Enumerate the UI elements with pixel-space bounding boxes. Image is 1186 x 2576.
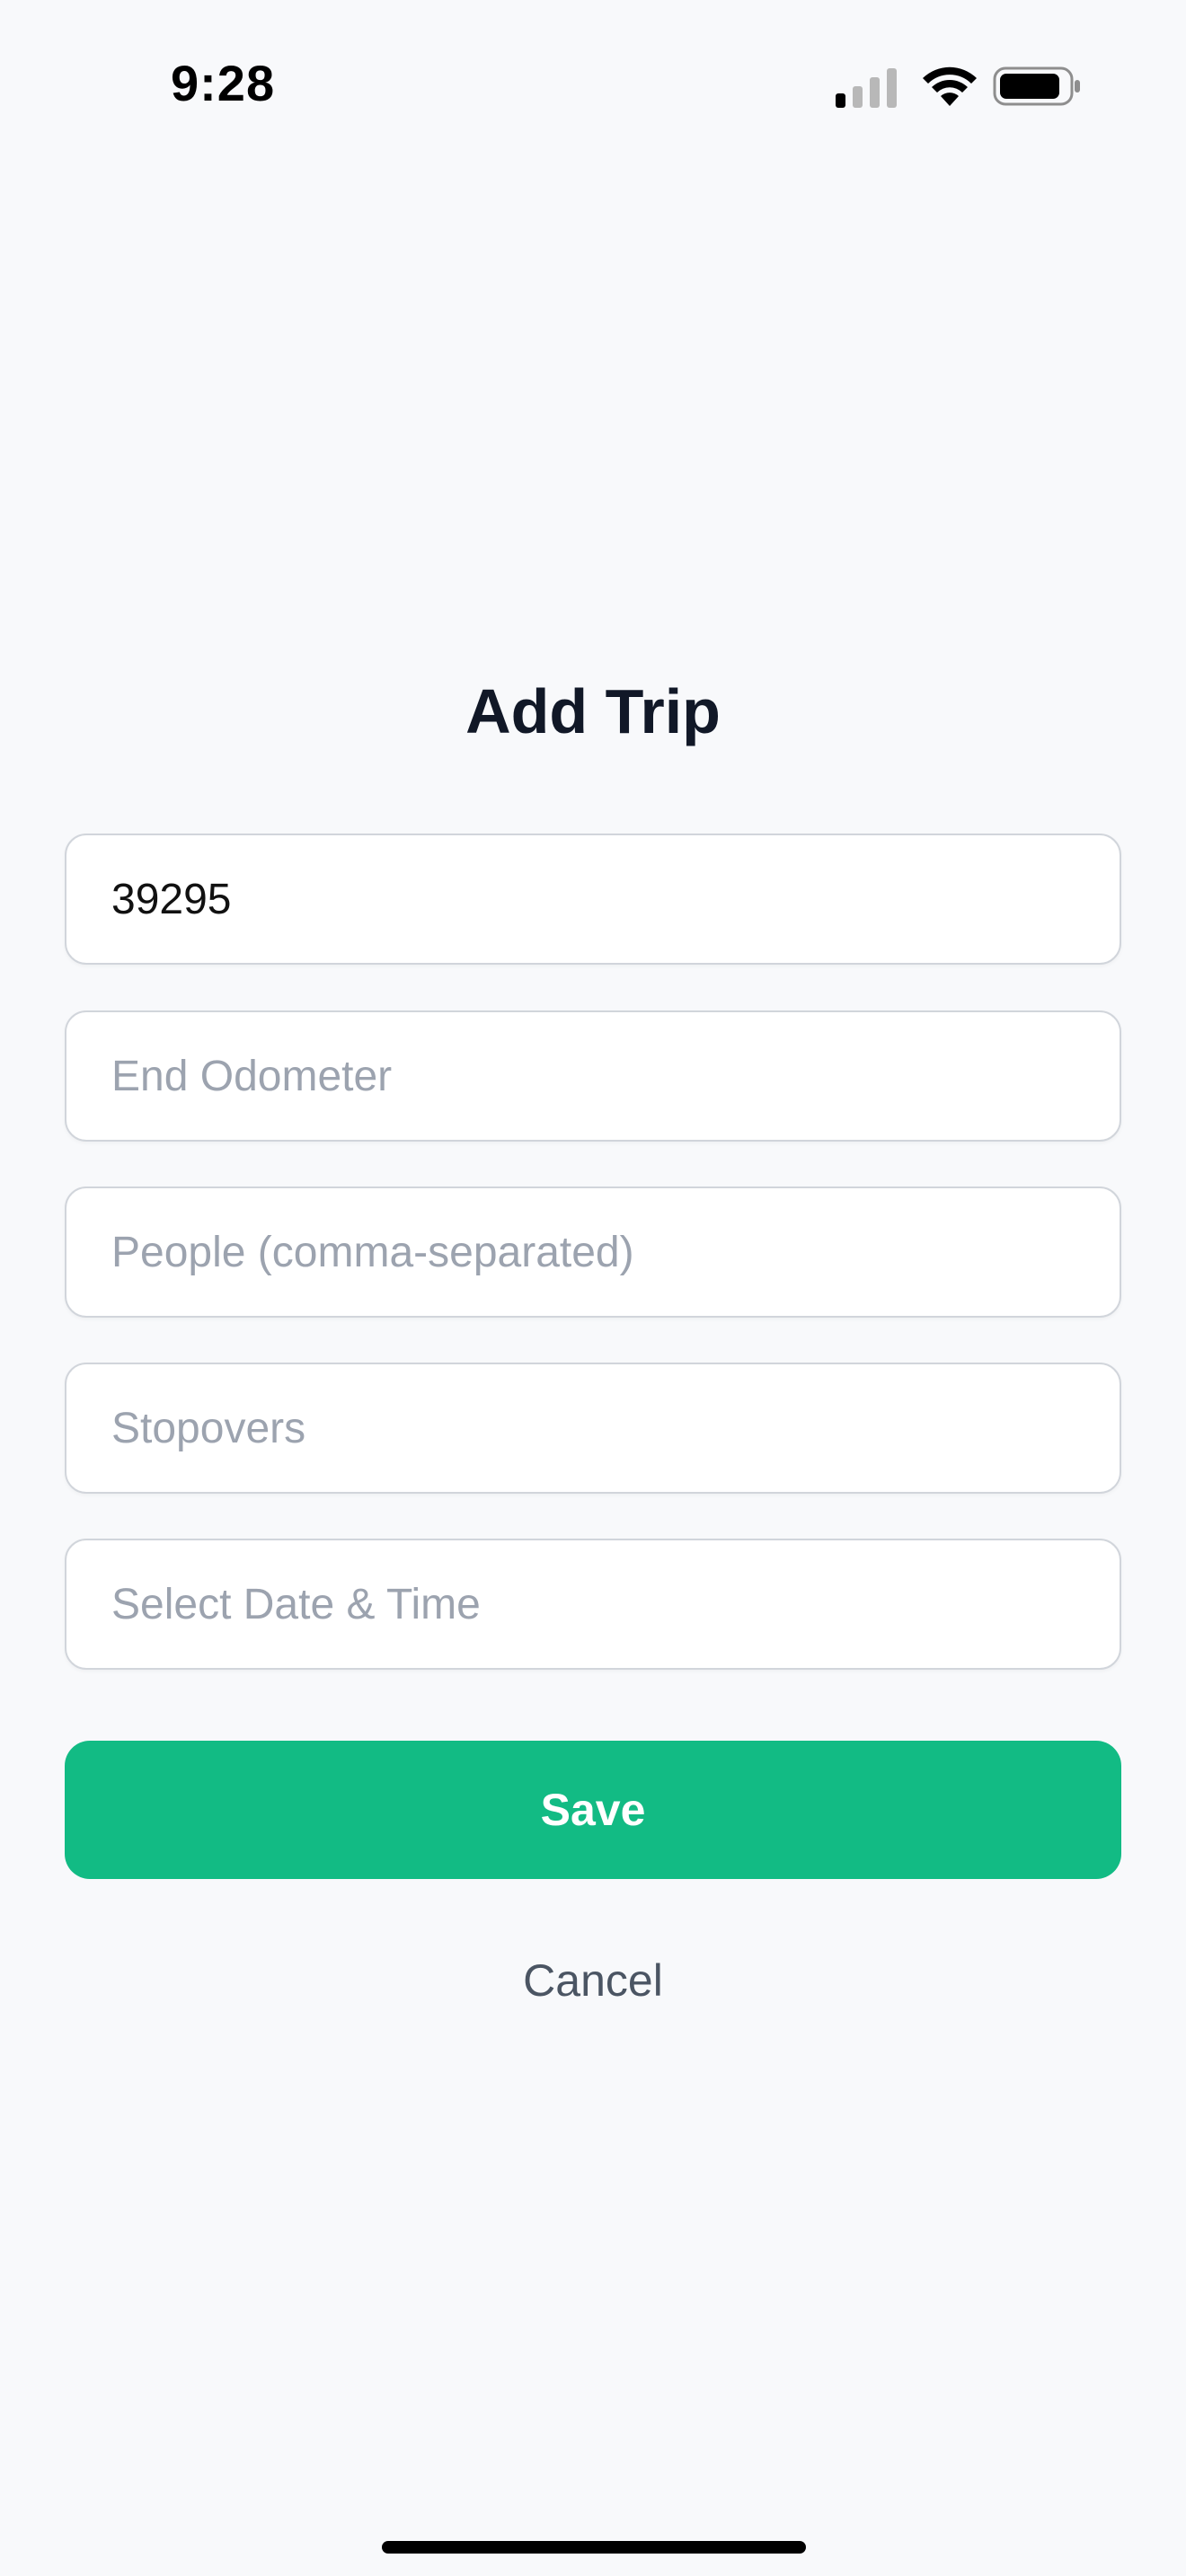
home-indicator[interactable] bbox=[382, 2541, 806, 2554]
date-time-field[interactable] bbox=[65, 1539, 1121, 1670]
start-odometer-field[interactable] bbox=[65, 834, 1121, 965]
stopovers-input[interactable] bbox=[66, 1364, 1120, 1492]
end-odometer-input[interactable] bbox=[66, 1012, 1120, 1140]
status-bar: 9:28 bbox=[0, 0, 1186, 180]
end-odometer-field[interactable] bbox=[65, 1010, 1121, 1142]
save-button[interactable]: Save bbox=[65, 1741, 1121, 1879]
start-odometer-input[interactable] bbox=[66, 835, 1120, 963]
cancel-button[interactable]: Cancel bbox=[413, 1940, 773, 2021]
battery-icon bbox=[993, 66, 1080, 106]
status-time: 9:28 bbox=[171, 55, 276, 111]
page-title: Add Trip bbox=[465, 676, 721, 746]
cellular-signal-icon bbox=[836, 68, 897, 108]
people-field[interactable] bbox=[65, 1187, 1121, 1318]
stopovers-field[interactable] bbox=[65, 1363, 1121, 1494]
wifi-icon bbox=[923, 66, 977, 106]
people-input[interactable] bbox=[66, 1188, 1120, 1316]
date-time-input[interactable] bbox=[66, 1540, 1120, 1668]
